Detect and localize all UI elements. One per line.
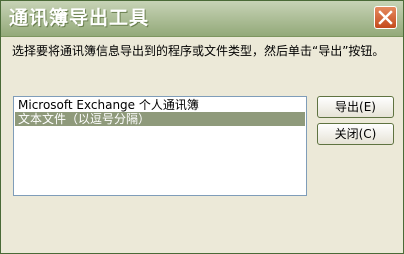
instruction-text: 选择要将通讯簿信息导出到的程序或文件类型，然后单击“导出”按钮。 bbox=[12, 44, 385, 58]
list-item-text-file[interactable]: 文本文件（以逗号分隔） bbox=[15, 112, 305, 126]
title-bar[interactable]: 通讯簿导出工具 bbox=[1, 1, 403, 37]
export-format-list[interactable]: Microsoft Exchange 个人通讯簿 文本文件（以逗号分隔） bbox=[13, 96, 307, 196]
close-window-button[interactable] bbox=[374, 6, 397, 29]
export-button[interactable]: 导出(E) bbox=[317, 96, 394, 118]
export-dialog: 通讯簿导出工具 选择要将通讯簿信息导出到的程序或文件类型，然后单击“导出”按钮。… bbox=[0, 0, 404, 254]
window-title: 通讯簿导出工具 bbox=[9, 7, 150, 29]
list-item-exchange[interactable]: Microsoft Exchange 个人通讯簿 bbox=[15, 98, 305, 112]
close-button[interactable]: 关闭(C) bbox=[317, 123, 394, 145]
close-icon bbox=[378, 10, 393, 25]
